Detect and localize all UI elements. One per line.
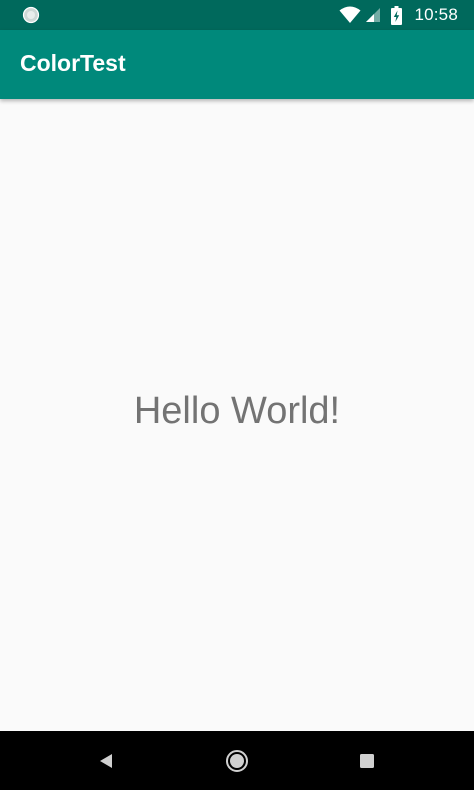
main-content: Hello World! (0, 99, 474, 731)
app-bar: ColorTest (0, 30, 474, 99)
status-time: 10:58 (414, 5, 458, 24)
cell-signal-icon (365, 7, 381, 23)
status-icons: 10:58 (339, 0, 458, 30)
recents-icon[interactable] (354, 748, 380, 774)
battery-charging-icon (391, 5, 403, 25)
hello-text: Hello World! (133, 390, 341, 432)
home-icon[interactable] (224, 748, 250, 774)
back-icon[interactable] (93, 748, 119, 774)
app-title: ColorTest (20, 50, 126, 76)
system-circle-icon (22, 6, 40, 24)
wifi-icon (339, 6, 361, 24)
status-bar: 10:58 (0, 0, 474, 30)
navigation-bar (0, 731, 474, 790)
